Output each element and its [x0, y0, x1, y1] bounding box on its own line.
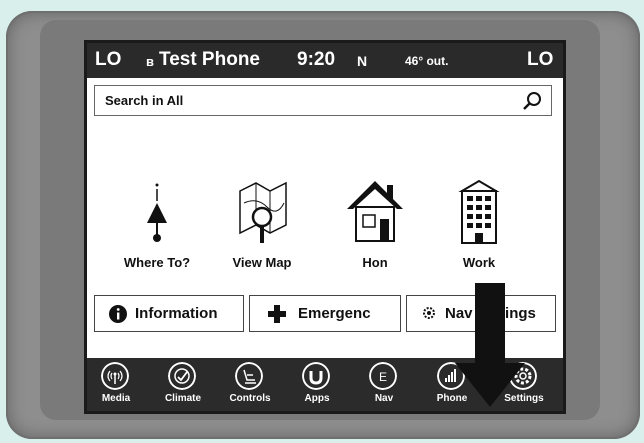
- info-icon: [109, 305, 127, 323]
- nav-controls[interactable]: Controls: [223, 362, 277, 410]
- where-to-label: Where To?: [123, 255, 191, 270]
- plus-icon: [268, 305, 286, 323]
- nav-label: Nav: [374, 393, 394, 404]
- apps-label: Apps: [304, 393, 330, 404]
- home-icon: [347, 181, 403, 242]
- left-climate-zone[interactable]: LO: [95, 49, 121, 71]
- down-arrow-pointer: [455, 283, 525, 407]
- right-climate-zone[interactable]: LO: [527, 49, 553, 71]
- search-icon[interactable]: [521, 90, 543, 112]
- climate-label: Climate: [164, 393, 202, 404]
- compass-arrow-icon: [147, 183, 167, 242]
- home-label: Hon: [362, 255, 388, 270]
- clock: 9:20: [297, 49, 336, 70]
- nav-media[interactable]: Media: [89, 362, 143, 410]
- touchscreen: LO ʙ Test Phone 9:20 N 46° out. LO Searc…: [84, 40, 566, 414]
- controls-icon: [235, 362, 263, 390]
- emergency-label: Emergenc: [298, 305, 371, 322]
- information-label: Information: [135, 305, 218, 322]
- svg-text:E: E: [379, 370, 387, 384]
- search-bar[interactable]: Search in All: [94, 85, 552, 116]
- phone-name: Test Phone: [159, 49, 260, 70]
- climate-icon: [168, 362, 196, 390]
- gear-icon: [423, 307, 435, 319]
- controls-label: Controls: [229, 393, 271, 404]
- nav-climate[interactable]: Climate: [156, 362, 210, 410]
- view-map-button[interactable]: View Map: [212, 173, 312, 273]
- nav-compass-icon: E: [369, 362, 397, 390]
- work-button[interactable]: Work: [429, 173, 529, 273]
- where-to-button[interactable]: Where To?: [107, 173, 207, 273]
- work-label: Work: [462, 255, 496, 270]
- view-map-label: View Map: [232, 255, 292, 270]
- status-bar: LO ʙ Test Phone 9:20 N 46° out. LO: [87, 43, 563, 78]
- compass-heading: N: [357, 53, 368, 69]
- nav-apps[interactable]: Apps: [290, 362, 344, 410]
- nav-nav[interactable]: E Nav: [357, 362, 411, 410]
- media-label: Media: [101, 393, 131, 404]
- bluetooth-icon: ʙ: [146, 54, 154, 69]
- apps-icon: [302, 362, 330, 390]
- building-icon: [458, 179, 500, 244]
- information-button[interactable]: Information: [94, 295, 244, 332]
- outside-temperature: 46° out.: [405, 54, 449, 68]
- map-magnifier-icon: [239, 181, 287, 243]
- home-button[interactable]: Hon: [325, 173, 425, 273]
- emergency-button[interactable]: Emergenc: [249, 295, 401, 332]
- search-input[interactable]: Search in All: [105, 93, 183, 108]
- media-icon: [101, 362, 129, 390]
